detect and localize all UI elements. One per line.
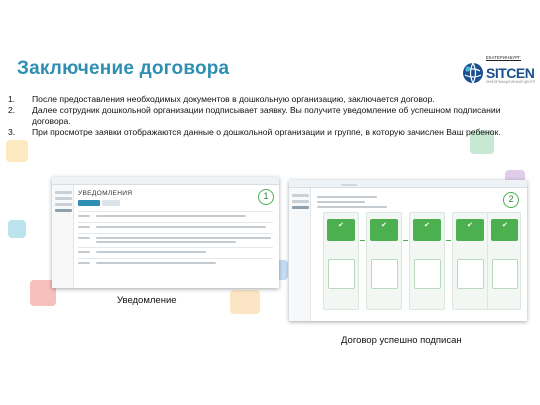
contract-screenshot: ✔ ✔ ✔ ✔ ✔ 2 — [289, 180, 527, 321]
contract-caption: Договор успешно подписан — [341, 335, 462, 346]
list-number: 1. — [8, 94, 16, 104]
list-number: 2. — [8, 105, 16, 115]
step-badge-1: 1 — [258, 189, 274, 205]
list-text: Далее сотрудник дошкольной организации п… — [32, 105, 501, 126]
list-item: 1. После предоставления необходимых доку… — [8, 94, 533, 105]
screenshot-sidebar — [52, 185, 74, 288]
list-text: При просмотре заявки отображаются данные… — [32, 127, 501, 137]
slide: Заключение договора ЕКАТЕРИНБУРГ SITCEN … — [0, 0, 540, 405]
steps-list: 1. После предоставления необходимых доку… — [8, 94, 533, 138]
screenshot-sidebar — [289, 188, 311, 321]
logo-top-text: ЕКАТЕРИНБУРГ — [486, 55, 521, 61]
notifications-heading: УВЕДОМЛЕНИЯ — [78, 190, 133, 197]
logo-wordmark: SITCEN — [486, 65, 535, 81]
list-number: 3. — [8, 127, 16, 137]
step-badge-2: 2 — [503, 192, 519, 208]
screenshot-topbar — [289, 180, 527, 188]
list-item: 3. При просмотре заявки отображаются дан… — [8, 127, 533, 138]
notifications-screenshot: УВЕДОМЛЕНИЯ 1 — [52, 177, 279, 288]
globe-icon — [463, 62, 483, 84]
slide-title: Заключение договора — [17, 58, 230, 79]
sitcen-logo: ЕКАТЕРИНБУРГ SITCEN ИНФОРМАЦИОННЫЙ ЦЕНТР — [462, 55, 535, 89]
notification-caption: Уведомление — [117, 295, 177, 306]
logo-subtext: ИНФОРМАЦИОННЫЙ ЦЕНТР — [486, 80, 536, 84]
tab-inactive — [102, 200, 120, 206]
list-item: 2. Далее сотрудник дошкольной организаци… — [8, 105, 533, 127]
list-text: После предоставления необходимых докумен… — [32, 94, 435, 104]
screenshot-topbar — [52, 177, 279, 185]
tab-active — [78, 200, 100, 206]
